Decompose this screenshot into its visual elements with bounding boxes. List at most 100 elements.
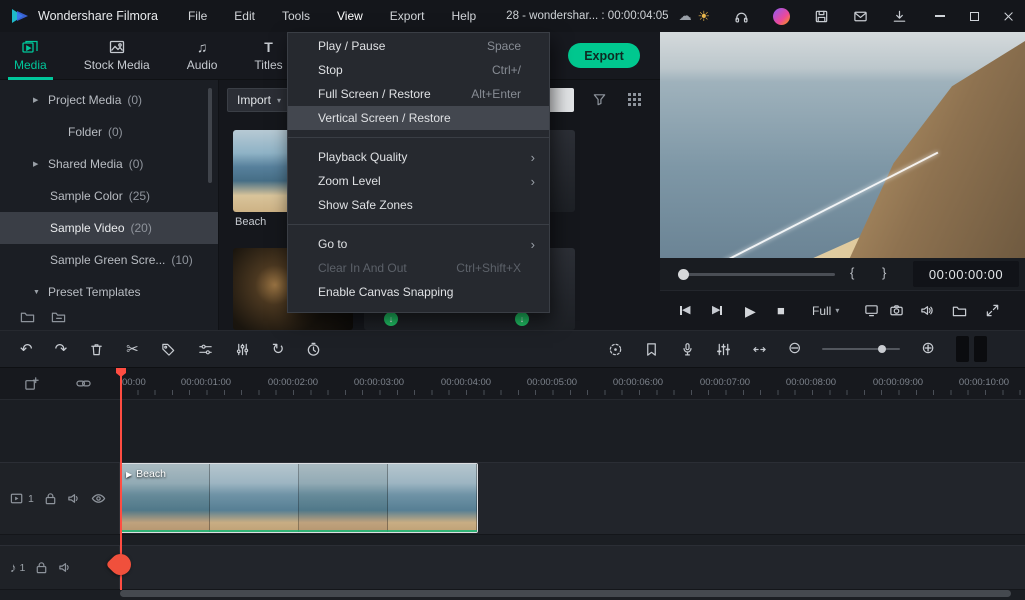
zoom-slider[interactable] (822, 345, 901, 353)
tab-media[interactable]: Media (8, 32, 53, 80)
sidebar-item-sample-color[interactable]: Sample Color (25) (0, 180, 218, 212)
clip-label: ▶ Beach (126, 468, 166, 480)
menu-item-playback-quality[interactable]: Playback Quality › (288, 145, 549, 169)
timeline-clip-beach[interactable]: ▶ Beach (120, 463, 478, 533)
sidebar-scrollbar[interactable] (208, 88, 212, 183)
quality-value: Full (812, 303, 832, 318)
sidebar-item-project-media[interactable]: ▶ Project Media (0) (0, 84, 218, 116)
timeline-horizontal-scrollbar[interactable] (120, 590, 1011, 597)
mail-icon[interactable] (853, 9, 868, 24)
menu-item-enable-canvas-snapping[interactable]: Enable Canvas Snapping (288, 280, 549, 304)
sidebar-item-folder[interactable]: Folder (0) (0, 116, 218, 148)
minimize-button[interactable] (923, 0, 957, 32)
menu-tools[interactable]: Tools (282, 9, 310, 23)
sidebar-label: Shared Media (48, 157, 123, 171)
media-tab-icon (22, 39, 38, 55)
menu-item-zoom-level[interactable]: Zoom Level › (288, 169, 549, 193)
speed-icon[interactable]: ↻ (272, 342, 285, 357)
menu-export[interactable]: Export (390, 9, 425, 23)
expand-arrow-icon[interactable]: ▼ (33, 289, 40, 296)
menu-edit[interactable]: Edit (234, 9, 255, 23)
folder-icon[interactable] (952, 303, 967, 318)
tab-titles[interactable]: T Titles (254, 32, 282, 80)
menu-item-clear-in-and-out[interactable]: Clear In And Out Ctrl+Shift+X (288, 256, 549, 280)
cloud-icon[interactable]: ☁ (679, 8, 692, 24)
maximize-button[interactable] (957, 0, 991, 32)
redo-icon[interactable]: ↷ (55, 342, 68, 357)
menu-item-stop[interactable]: Stop Ctrl+/ (288, 58, 549, 82)
lock-icon[interactable] (43, 491, 58, 506)
equalizer-icon[interactable] (235, 342, 250, 357)
tab-stock-media[interactable]: Stock Media (84, 32, 150, 80)
sidebar-item-preset-templates[interactable]: ▼ Preset Templates (0, 276, 218, 308)
sidebar-item-shared-media[interactable]: ▶ Shared Media (0) (0, 148, 218, 180)
eye-visibility-icon[interactable] (91, 491, 106, 506)
theme-sun-icon[interactable]: ☀ (697, 8, 710, 25)
menu-separator (288, 137, 549, 138)
volume-speaker-icon[interactable] (920, 303, 935, 318)
zoom-fit-icon[interactable] (752, 342, 767, 357)
delete-trash-icon[interactable] (89, 342, 104, 357)
support-headset-icon[interactable] (734, 9, 749, 24)
folder-button[interactable] (51, 309, 66, 324)
play-button[interactable]: ▶ (745, 304, 756, 318)
fullscreen-icon[interactable] (985, 303, 1000, 318)
tag-icon[interactable] (161, 342, 176, 357)
track-number: 1 (19, 561, 26, 574)
quality-dropdown[interactable]: Full ▾ (812, 304, 839, 318)
sidebar-item-sample-green-screen[interactable]: Sample Green Scre... (10) (0, 244, 218, 276)
mute-speaker-icon[interactable] (58, 560, 73, 575)
collapse-arrow-icon[interactable]: ▶ (33, 96, 38, 104)
track-height-toggle[interactable] (955, 336, 987, 362)
link-icon[interactable] (76, 376, 91, 391)
menu-item-show-safe-zones[interactable]: Show Safe Zones (288, 193, 549, 217)
export-button[interactable]: Export (568, 43, 640, 68)
download-badge-icon[interactable]: ↓ (384, 312, 398, 326)
user-avatar[interactable] (773, 7, 790, 25)
timeline-ruler[interactable]: 00:00 00:00:01:00 00:00:02:00 00:00:03:0… (0, 368, 1025, 400)
sidebar-item-sample-video[interactable]: Sample Video (20) (0, 212, 218, 244)
audio-mixer-icon[interactable] (716, 342, 731, 357)
menu-help[interactable]: Help (451, 9, 476, 23)
import-button[interactable]: Import ▾ (227, 88, 292, 112)
add-folder-button[interactable] (20, 309, 35, 324)
menu-item-go-to[interactable]: Go to › (288, 232, 549, 256)
save-icon[interactable] (814, 9, 829, 24)
marker-flag-icon[interactable] (644, 342, 659, 357)
adjust-sliders-icon[interactable] (198, 342, 213, 357)
zoom-in-icon[interactable]: ⊕ (921, 341, 934, 357)
lock-icon[interactable] (34, 560, 49, 575)
mute-speaker-icon[interactable] (67, 491, 82, 506)
split-scissors-icon[interactable]: ✂ (126, 342, 139, 357)
collapse-arrow-icon[interactable]: ▶ (33, 160, 38, 168)
close-button[interactable] (991, 0, 1025, 32)
stop-button[interactable]: ■ (777, 304, 785, 317)
audio-tab-icon: ♫ (196, 39, 208, 55)
next-frame-button[interactable]: ▶ (712, 305, 723, 316)
menu-view[interactable]: View (337, 9, 363, 23)
filter-icon[interactable] (592, 92, 607, 107)
undo-icon[interactable]: ↶ (20, 342, 33, 357)
menu-file[interactable]: File (188, 9, 207, 23)
render-preview-icon[interactable] (608, 342, 623, 357)
menu-item-play-pause[interactable]: Play / Pause Space (288, 34, 549, 58)
download-badge-icon[interactable]: ↓ (515, 312, 529, 326)
seek-slider[interactable] (678, 269, 835, 280)
snapshot-camera-icon[interactable] (889, 303, 904, 318)
fit-screen-icon[interactable] (864, 303, 879, 318)
manage-tracks-icon[interactable] (24, 376, 39, 391)
grid-view-icon[interactable] (627, 92, 642, 107)
mark-out-button[interactable]: } (882, 265, 886, 280)
menu-item-vertical-screen-restore[interactable]: Vertical Screen / Restore (288, 106, 549, 130)
timer-icon[interactable] (306, 342, 321, 357)
mark-in-button[interactable]: { (850, 265, 854, 280)
audio-track[interactable]: ♪ 1 (0, 545, 1025, 590)
zoom-out-icon[interactable]: ⊖ (788, 341, 801, 357)
zoom-slider-handle[interactable] (878, 345, 887, 353)
download-icon[interactable] (892, 9, 907, 24)
seek-handle[interactable] (678, 269, 689, 280)
previous-frame-button[interactable]: ◀ (680, 305, 690, 316)
voiceover-mic-icon[interactable] (680, 342, 695, 357)
tab-audio[interactable]: ♫ Audio (187, 32, 218, 80)
menu-item-full-screen-restore[interactable]: Full Screen / Restore Alt+Enter (288, 82, 549, 106)
